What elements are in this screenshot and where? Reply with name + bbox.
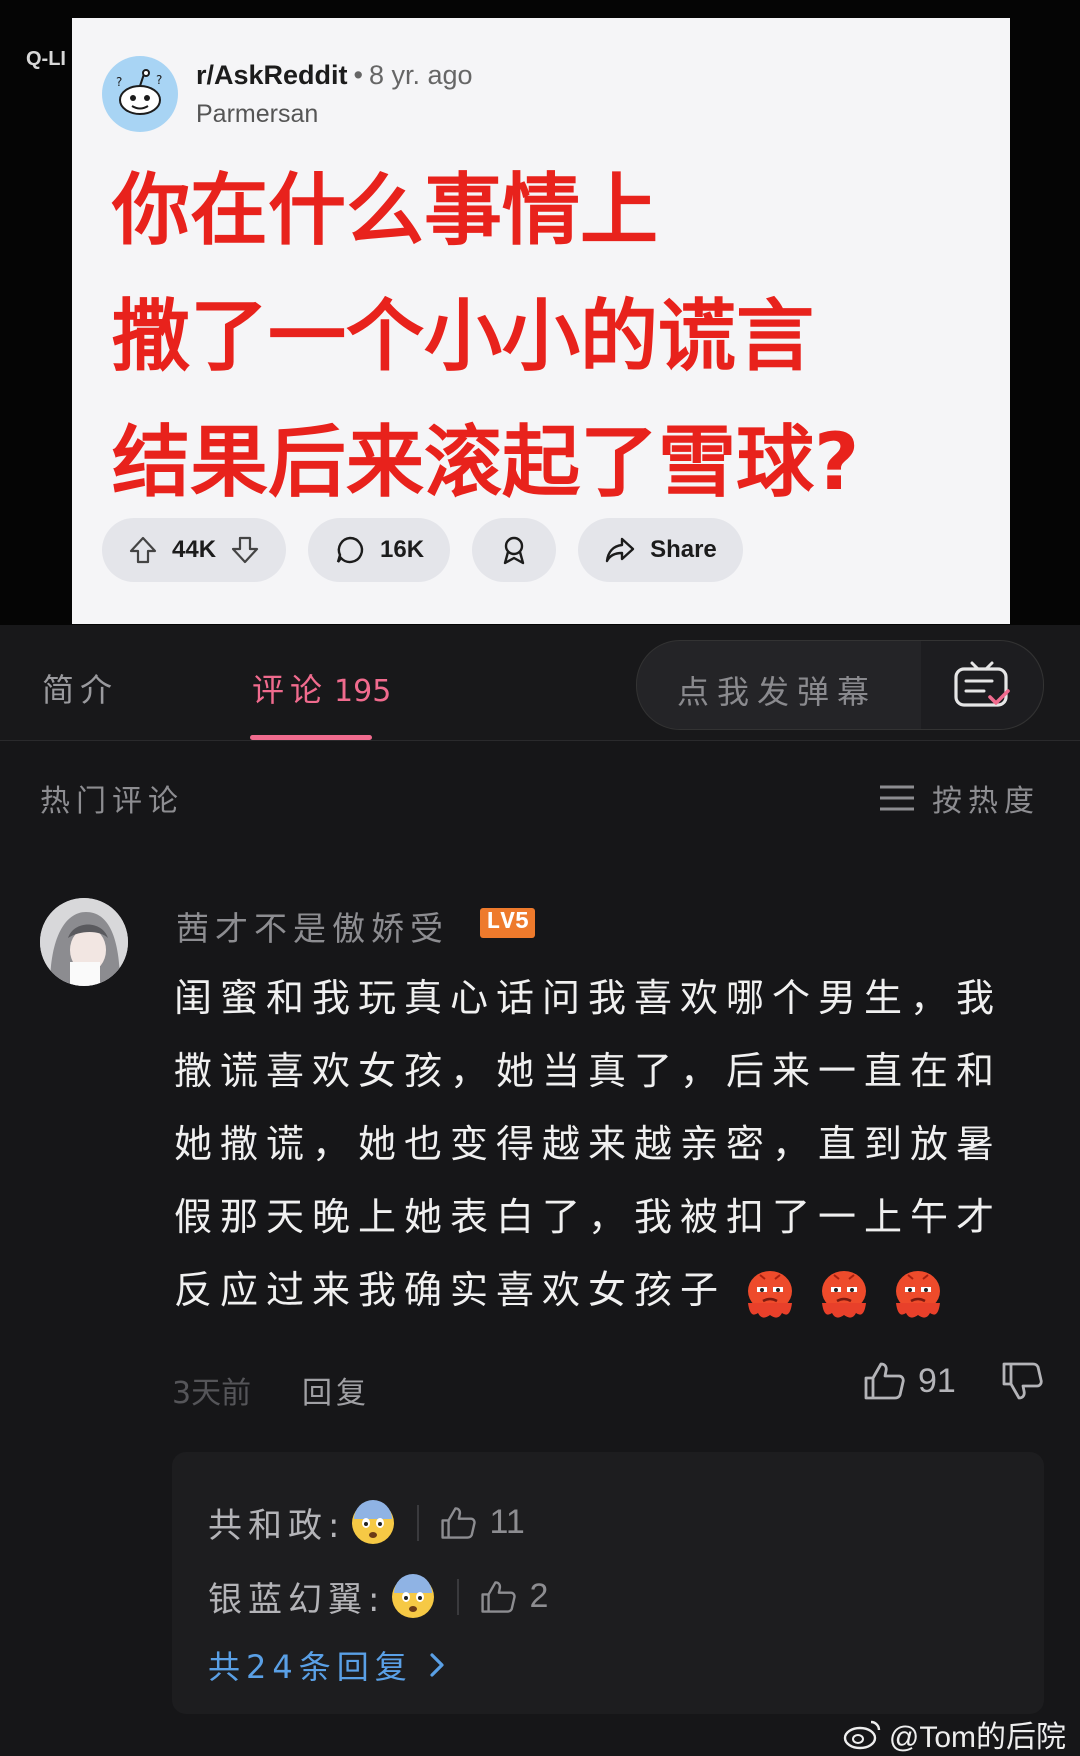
meta-separator: • xyxy=(353,60,363,90)
corner-watermark: Q-LI xyxy=(26,48,66,70)
comment-text-line: 她撒谎，她也变得越来越亲密，直到放暑 xyxy=(174,1122,1003,1166)
anime-girl-avatar-image xyxy=(40,898,128,986)
reply-button[interactable]: 回复 xyxy=(302,1368,370,1412)
reply-like[interactable]: 11 xyxy=(439,1503,525,1542)
view-all-replies-label: 共24条回复 xyxy=(208,1648,413,1686)
level-badge: LV5 xyxy=(480,908,536,938)
post-title: 你在什么事情上 撒了一个小小的谎言 结果后来滚起了雪球? xyxy=(112,148,992,526)
tab-intro[interactable]: 简介 xyxy=(42,665,118,711)
dislike-button[interactable] xyxy=(1000,1360,1044,1406)
thumbs-up-icon xyxy=(864,1362,905,1400)
snoo-icon: ? ? xyxy=(116,69,162,115)
post-title-line: 结果后来滚起了雪球? xyxy=(112,418,860,508)
reply-like[interactable]: 2 xyxy=(479,1577,548,1616)
reddit-post-card: ? ? r/AskReddit • 8 yr. ago Parmersan 你在什么… xyxy=(72,18,1010,624)
comment-text-line: 闺蜜和我玩真心话问我喜欢哪个男生，我 xyxy=(174,976,1003,1020)
reply-like-count: 2 xyxy=(529,1577,549,1615)
post-title-line: 撒了一个小小的谎言 xyxy=(112,292,815,382)
comment-last-line: 反应过来我确实喜欢女孩子 xyxy=(174,1254,1004,1327)
award-button[interactable] xyxy=(472,518,557,582)
view-all-replies-link[interactable]: 共24条回复 xyxy=(208,1642,447,1688)
danmaku-tv-icon xyxy=(954,661,1010,707)
hot-comments-title: 热门评论 xyxy=(40,784,184,819)
thumbs-down-icon xyxy=(1002,1362,1043,1400)
comment-bubble-icon xyxy=(336,536,364,564)
active-tab-indicator xyxy=(250,735,372,740)
post-actions: 44K 16K Share xyxy=(102,518,743,582)
post-title-line: 你在什么事情上 xyxy=(112,166,659,256)
angry-octopus-emoji-icon xyxy=(748,1270,793,1318)
reply-separator xyxy=(457,1578,460,1615)
danmaku-input[interactable]: 点我发弹幕 xyxy=(636,640,1044,730)
share-label: Share xyxy=(650,536,717,563)
share-button[interactable]: Share xyxy=(578,518,743,582)
video-tabs-bar: 简介 评论 195 点我发弹幕 xyxy=(0,625,1080,741)
reply-username: 共和政: xyxy=(208,1506,346,1546)
watermark-text: @Tom的后院 xyxy=(888,1721,1066,1754)
comments-button[interactable]: 16K xyxy=(308,518,451,582)
reply-item[interactable]: 银蓝幻翼: 2 xyxy=(208,1572,548,1621)
sort-label: 按热度 xyxy=(932,784,1040,819)
award-icon xyxy=(503,536,525,565)
comment-body: 闺蜜和我玩真心话问我喜欢哪个男生，我 撒谎喜欢女孩，她当真了，后来一直在和 她撒… xyxy=(174,962,1004,1327)
like-button[interactable]: 91 xyxy=(862,1360,956,1402)
post-author[interactable]: Parmersan xyxy=(196,100,318,129)
comment-time: 3天前 xyxy=(172,1376,252,1411)
like-count: 91 xyxy=(918,1361,956,1400)
subreddit-line: r/AskReddit • 8 yr. ago xyxy=(196,60,473,91)
subreddit-name[interactable]: r/AskReddit xyxy=(196,60,348,90)
upvote-icon[interactable] xyxy=(128,535,158,565)
sort-lines-icon xyxy=(880,785,914,811)
downvote-icon[interactable] xyxy=(230,535,260,565)
tab-comments-label: 评论 xyxy=(252,671,329,709)
danmaku-placeholder: 点我发弹幕 xyxy=(677,673,878,711)
shocked-face-emoji-icon xyxy=(352,1499,395,1544)
angry-octopus-emoji-icon xyxy=(822,1270,867,1318)
weibo-watermark: @Tom的后院 xyxy=(843,1712,1066,1756)
comment-text-line: 撒谎喜欢女孩，她当真了，后来一直在和 xyxy=(174,1049,1003,1093)
upvote-count: 44K xyxy=(172,536,217,563)
comment-text-line: 反应过来我确实喜欢女孩子 xyxy=(174,1268,727,1312)
comment-text-line: 假那天晚上她表白了，我被扣了一上午才 xyxy=(174,1195,1003,1239)
post-age: 8 yr. ago xyxy=(369,60,473,90)
weibo-logo-icon xyxy=(843,1720,881,1750)
reply-separator xyxy=(417,1504,420,1541)
reply-preview-box[interactable]: 共和政: 11 银蓝幻翼: 2 共24条回复 xyxy=(172,1452,1044,1714)
tab-comments-count: 195 xyxy=(334,674,392,709)
reply-username: 银蓝幻翼: xyxy=(208,1580,386,1620)
thumbs-up-icon xyxy=(481,1580,517,1613)
share-arrow-icon xyxy=(605,537,635,563)
thumbs-up-icon xyxy=(441,1506,477,1539)
svg-text:?: ? xyxy=(156,73,162,87)
chevron-right-icon xyxy=(430,1653,444,1677)
tab-comments[interactable]: 评论 195 xyxy=(252,665,391,711)
sort-button[interactable]: 按热度 xyxy=(878,776,1040,820)
avatar[interactable] xyxy=(40,898,128,986)
reply-item[interactable]: 共和政: 11 xyxy=(208,1498,525,1547)
reply-like-count: 11 xyxy=(489,1503,525,1541)
angry-octopus-emoji-icon xyxy=(896,1270,941,1318)
shocked-face-emoji-icon xyxy=(392,1573,435,1618)
danmaku-toggle-button[interactable] xyxy=(921,641,1043,729)
vote-pill: 44K xyxy=(102,518,287,582)
subreddit-avatar: ? ? xyxy=(102,56,178,132)
svg-text:?: ? xyxy=(116,75,122,89)
comment-username[interactable]: 茜才不是傲娇受 xyxy=(176,902,449,950)
comment-count: 16K xyxy=(380,536,425,563)
